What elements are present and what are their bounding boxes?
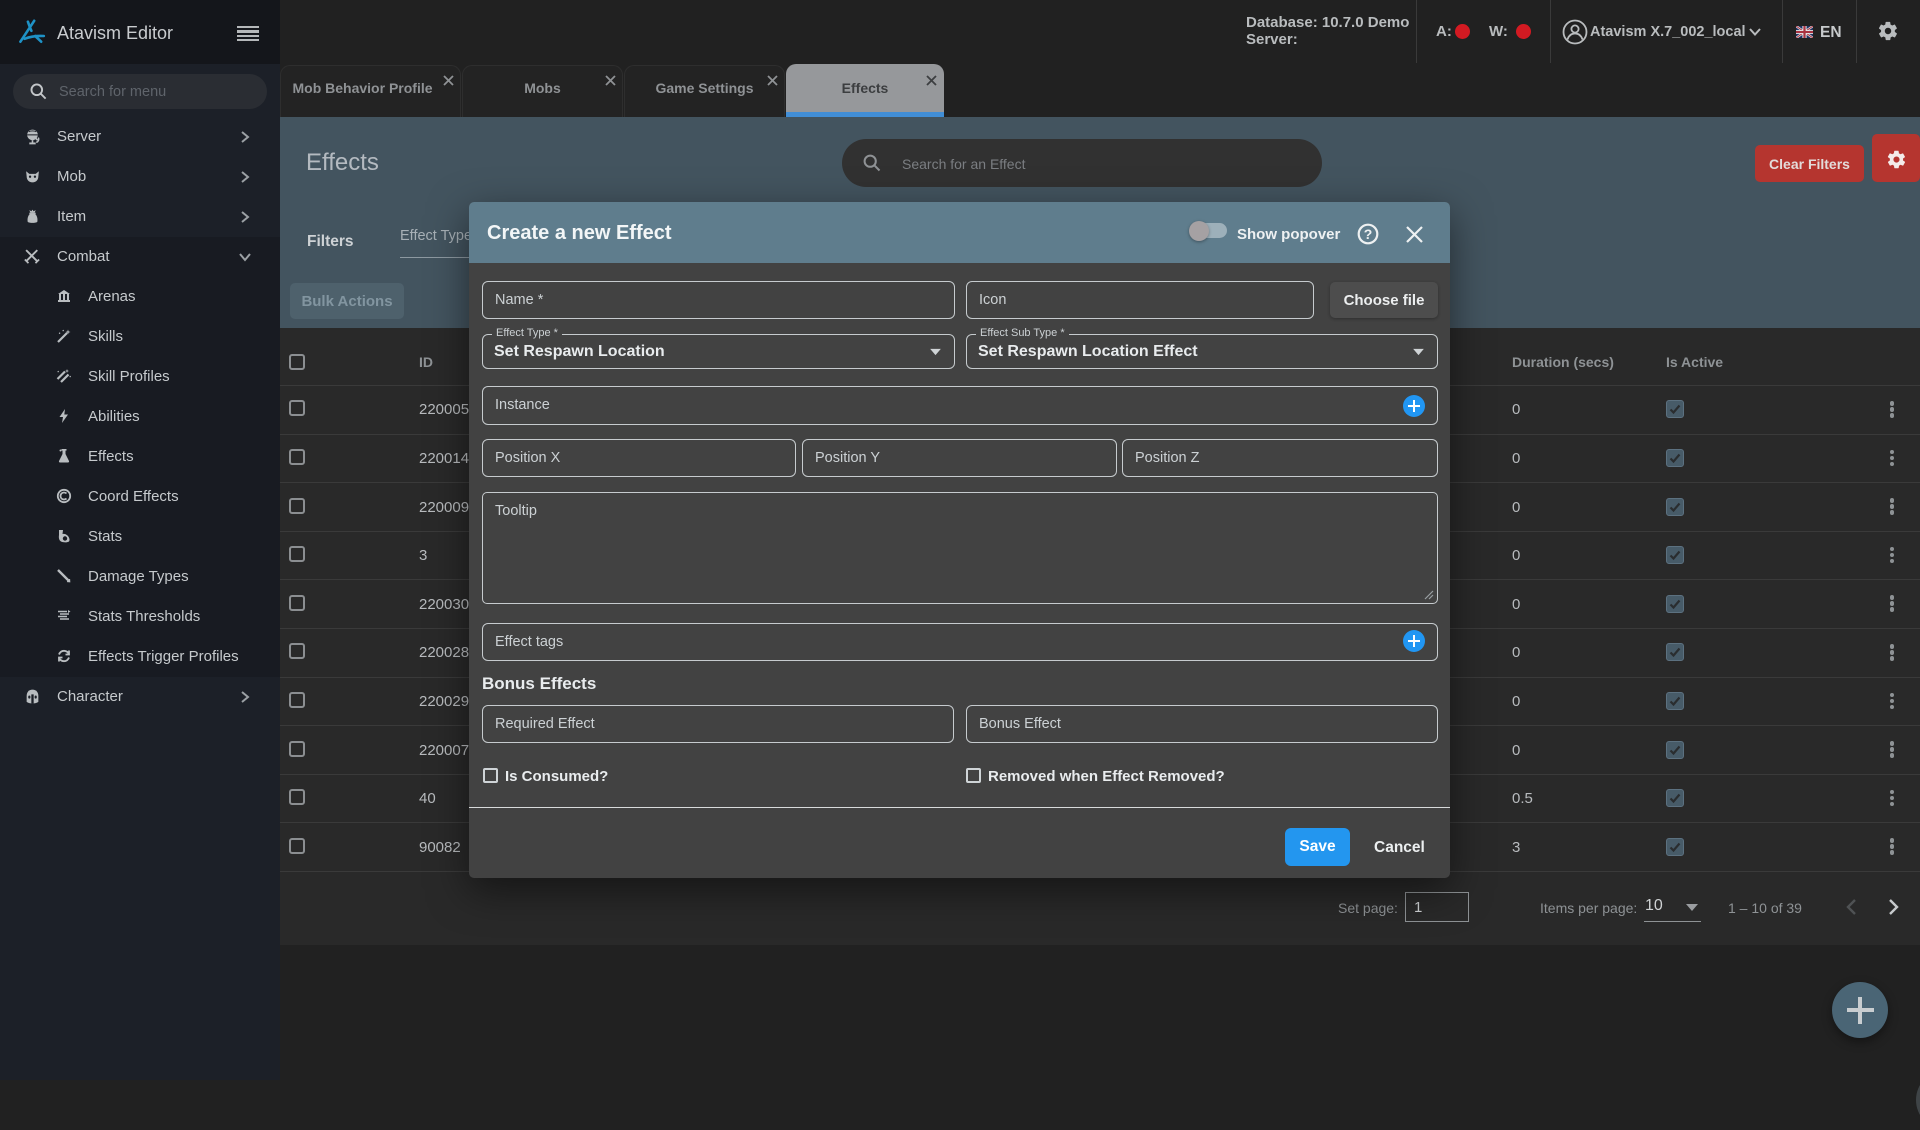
svg-text:?: ?	[1364, 226, 1373, 242]
